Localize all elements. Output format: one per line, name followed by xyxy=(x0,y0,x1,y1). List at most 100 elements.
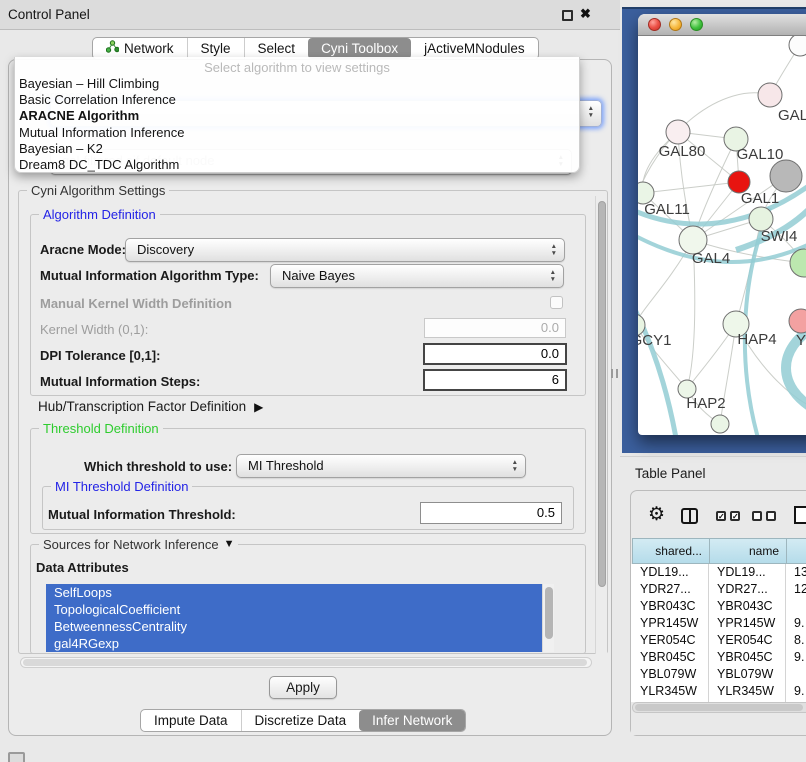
hub-definition-toggle[interactable]: Hub/Transcription Factor Definition ▶ xyxy=(38,399,263,415)
attribute-item-betweennesscentrality[interactable]: BetweennessCentrality xyxy=(46,618,542,635)
tab-style[interactable]: Style xyxy=(187,38,244,59)
tab-cyni-toolbox[interactable]: Cyni Toolbox xyxy=(308,38,411,59)
network-graph[interactable]: GALGAL80GAL10GAL1GAL11SWI4GAL4GCY1HAP4YH… xyxy=(638,36,806,435)
table-cell[interactable]: YDL19... xyxy=(709,564,787,581)
network-node-unlabeled-top[interactable] xyxy=(789,36,806,56)
network-node-label-y-partial: Y xyxy=(796,332,806,349)
network-edge[interactable] xyxy=(638,240,693,325)
settings-horizontal-scrollbar[interactable] xyxy=(20,657,592,668)
mi-steps-label: Mutual Information Steps: xyxy=(40,374,200,390)
network-edge[interactable] xyxy=(643,182,739,193)
network-node-unlabeled-bottom[interactable] xyxy=(711,415,729,433)
panel-divider-grip[interactable] xyxy=(611,369,618,378)
page-icon[interactable] xyxy=(794,506,806,524)
table-cell[interactable]: YBR045C xyxy=(709,649,787,666)
popup-item-bayesian-hill-climbing[interactable]: Bayesian – Hill Climbing xyxy=(15,76,579,92)
mi-type-combo[interactable]: Naive Bayes ▲▼ xyxy=(270,264,564,288)
table-cell[interactable]: YDL19... xyxy=(632,564,710,581)
network-node-GAL80[interactable] xyxy=(666,120,690,144)
mac-minimize-button[interactable] xyxy=(669,18,682,31)
table-cell[interactable]: YER054C xyxy=(632,632,710,649)
network-edge[interactable] xyxy=(736,219,761,324)
table-header-shared[interactable]: shared... xyxy=(632,538,710,564)
columns-icon[interactable] xyxy=(681,508,698,524)
table-cell[interactable]: YBR043C xyxy=(632,598,710,615)
network-icon xyxy=(106,38,119,59)
mac-zoom-button[interactable] xyxy=(690,18,703,31)
close-icon[interactable]: ✖ xyxy=(580,6,591,22)
table-cell[interactable]: 8. xyxy=(786,632,806,649)
mi-threshold-field[interactable]: 0.5 xyxy=(420,502,562,524)
settings-vertical-scrollbar[interactable] xyxy=(595,196,607,654)
tab-discretize-data[interactable]: Discretize Data xyxy=(241,710,360,731)
network-node-gal-partial[interactable] xyxy=(758,83,782,107)
float-window-icon[interactable] xyxy=(562,10,573,21)
network-node-label-GAL1: GAL1 xyxy=(741,190,779,207)
tab-jactivemnodules[interactable]: jActiveMNodules xyxy=(411,38,538,59)
attribute-item-selfloops[interactable]: SelfLoops xyxy=(46,584,542,601)
table-cell[interactable]: 13 xyxy=(786,564,806,581)
control-panel-titlebar: Control Panel ✖ xyxy=(0,0,620,30)
table-cell[interactable]: YPR145W xyxy=(632,615,710,632)
attribute-item-gal4rgexp[interactable]: gal4RGexp xyxy=(46,635,542,652)
list-scrollbar[interactable] xyxy=(542,584,554,652)
table-header-col2[interactable] xyxy=(786,538,806,564)
which-threshold-combo[interactable]: MI Threshold ▲▼ xyxy=(236,454,526,478)
network-node-label-GAL80: GAL80 xyxy=(659,143,706,160)
table-cell[interactable]: YER054C xyxy=(709,632,787,649)
control-panel-title: Control Panel xyxy=(8,0,90,30)
sources-group-title[interactable]: Sources for Network Inference ▼ xyxy=(39,537,238,552)
table-cell[interactable]: YDR27... xyxy=(709,581,787,598)
unchecked-box-icon[interactable] xyxy=(766,511,776,521)
unchecked-box-icon[interactable] xyxy=(752,511,762,521)
mi-steps-field[interactable]: 6 xyxy=(423,369,567,391)
table-cell[interactable]: YPR145W xyxy=(709,615,787,632)
network-node-gray-node[interactable] xyxy=(770,160,802,192)
tab-select[interactable]: Select xyxy=(244,38,309,59)
popup-item-bayesian-k2[interactable]: Bayesian – K2 xyxy=(15,141,579,157)
data-attributes-list[interactable]: SelfLoopsTopologicalCoefficientBetweenne… xyxy=(46,584,554,652)
aracne-mode-combo[interactable]: Discovery ▲▼ xyxy=(125,238,565,262)
kernel-width-field[interactable]: 0.0 xyxy=(424,318,566,338)
popup-item-mutual-information-inference[interactable]: Mutual Information Inference xyxy=(15,125,579,141)
aracne-mode-label: Aracne Mode: xyxy=(40,242,126,258)
divider xyxy=(620,456,806,457)
manual-kernel-checkbox[interactable] xyxy=(550,296,563,309)
popup-item-dream8-dc-tdc-algorithm[interactable]: Dream8 DC_TDC Algorithm xyxy=(15,157,579,173)
table-cell[interactable]: 9. xyxy=(786,649,806,666)
table-cell[interactable]: YBL079W xyxy=(632,666,710,683)
chevron-updown-icon: ▲▼ xyxy=(588,105,594,119)
apply-button[interactable]: Apply xyxy=(269,676,337,699)
attribute-item-topologicalcoefficient[interactable]: TopologicalCoefficient xyxy=(46,601,542,618)
dpi-tolerance-field[interactable]: 0.0 xyxy=(423,343,567,365)
table-cell[interactable]: YLR345W xyxy=(709,683,787,700)
checked-box-icon[interactable]: ✓ xyxy=(716,511,726,521)
table-header-name[interactable]: name xyxy=(709,538,787,564)
popup-placeholder: Select algorithm to view settings xyxy=(15,59,579,76)
mac-close-button[interactable] xyxy=(648,18,661,31)
table-cell[interactable]: YBL079W xyxy=(709,666,787,683)
table-horizontal-scrollbar[interactable] xyxy=(632,702,806,713)
table-cell[interactable]: YDR27... xyxy=(632,581,710,598)
network-node-label-HAP2: HAP2 xyxy=(686,395,725,412)
kernel-width-label: Kernel Width (0,1): xyxy=(40,322,148,338)
network-window-titlebar[interactable] xyxy=(638,14,806,36)
table-cell[interactable]: YLR345W xyxy=(632,683,710,700)
tab-network[interactable]: Network xyxy=(93,38,187,59)
dpi-tolerance-label: DPI Tolerance [0,1]: xyxy=(40,348,160,364)
table-cell[interactable]: YBR045C xyxy=(632,649,710,666)
corner-widget-icon[interactable] xyxy=(8,752,25,762)
checked-box-icon[interactable]: ✓ xyxy=(730,511,740,521)
table-cell[interactable]: 9. xyxy=(786,615,806,632)
network-node-label-GAL4: GAL4 xyxy=(692,250,730,267)
tab-infer-network[interactable]: Infer Network xyxy=(359,710,465,731)
popup-item-aracne-algorithm[interactable]: ARACNE Algorithm xyxy=(15,108,579,124)
network-node-y-partial[interactable] xyxy=(789,309,806,333)
tab-impute-data[interactable]: Impute Data xyxy=(141,710,241,731)
gear-icon[interactable]: ⚙ xyxy=(648,504,665,526)
table-cell[interactable]: 12 xyxy=(786,581,806,598)
network-edge[interactable] xyxy=(638,296,676,435)
popup-item-basic-correlation-inference[interactable]: Basic Correlation Inference xyxy=(15,92,579,108)
table-cell[interactable]: 9. xyxy=(786,683,806,700)
table-cell[interactable]: YBR043C xyxy=(709,598,787,615)
